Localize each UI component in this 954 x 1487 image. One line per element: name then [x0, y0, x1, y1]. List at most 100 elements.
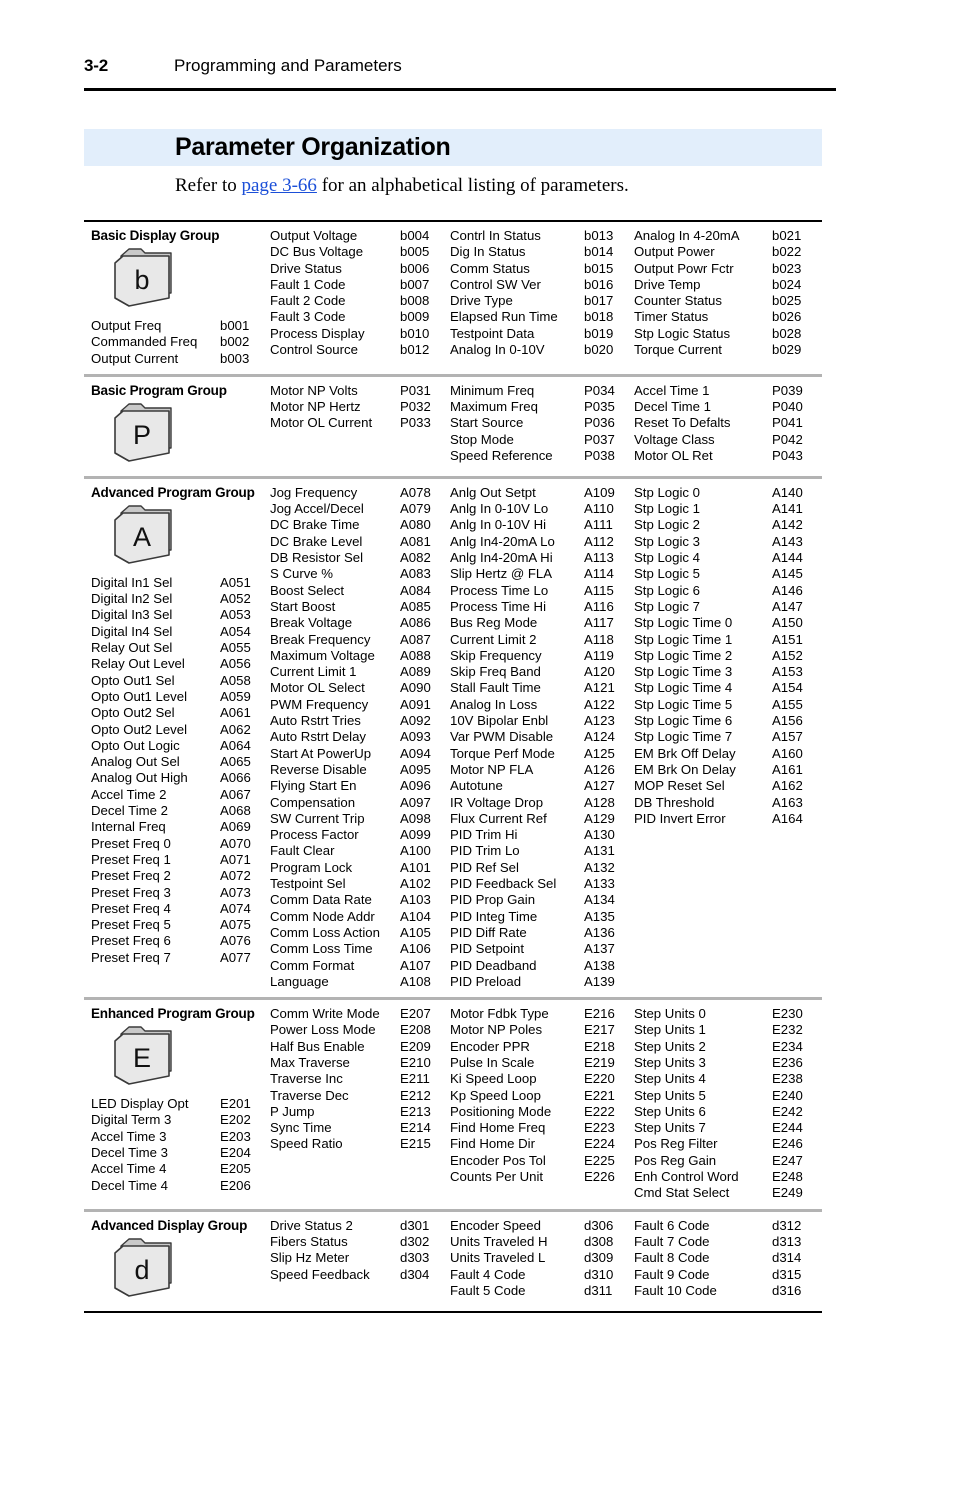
- parameter-row: Testpoint Sel A102: [270, 876, 450, 892]
- parameter-row: Accel Time 2 A067: [91, 787, 270, 803]
- running-header: 3-2 Programming and Parameters: [84, 56, 836, 76]
- parameter-name: Find Home Freq: [450, 1120, 546, 1136]
- parameter-name: Analog Out High: [91, 770, 188, 786]
- parameter-row: Anlg Out Setpt A109: [450, 485, 634, 501]
- parameter-row: PID Ref Sel A132: [450, 860, 634, 876]
- parameter-name: Counter Status: [634, 293, 722, 309]
- parameter-code: A126: [584, 761, 615, 777]
- parameter-code: d311: [584, 1282, 613, 1298]
- parameter-code: A115: [584, 582, 614, 598]
- parameter-code: E207: [400, 1006, 431, 1022]
- parameter-row: Program Lock A101: [270, 860, 450, 876]
- parameter-row: Comm Format A107: [270, 958, 450, 974]
- parameter-code: P032: [400, 399, 431, 415]
- parameter-code: A074: [220, 900, 251, 916]
- parameter-name: Fault 7 Code: [634, 1233, 710, 1249]
- parameter-code: b012: [400, 342, 430, 358]
- parameter-row: Process Time Lo A115: [450, 583, 634, 599]
- parameter-row: Drive Temp b024: [634, 277, 822, 293]
- parameter-name: Fault 6 Code: [634, 1217, 710, 1233]
- parameter-code: d314: [772, 1250, 802, 1266]
- parameter-name: Digital In3 Sel: [91, 607, 173, 623]
- parameter-code: A084: [400, 582, 431, 598]
- parameter-row: Encoder Speed d306: [450, 1218, 634, 1234]
- parameter-code: A152: [772, 647, 803, 663]
- parameter-row: PID Trim Hi A130: [450, 827, 634, 843]
- parameter-code: d315: [772, 1266, 802, 1282]
- parameter-name: Decel Time 3: [91, 1144, 168, 1160]
- parameter-code: E220: [584, 1071, 615, 1087]
- parameter-row: Step Units 3 E236: [634, 1055, 822, 1071]
- parameter-row: Contrl In Status b013: [450, 228, 634, 244]
- parameter-row: PID Invert Error A164: [634, 811, 822, 827]
- parameter-row: PID Setpoint A137: [450, 941, 634, 957]
- parameter-name: Step Units 2: [634, 1038, 706, 1054]
- parameter-name: MOP Reset Sel: [634, 778, 725, 794]
- parameter-name: Stp Logic Time 4: [634, 680, 733, 696]
- parameter-code: A069: [220, 819, 251, 835]
- parameter-row: 10V Bipolar Enbl A123: [450, 713, 634, 729]
- parameter-row: Start Boost A085: [270, 599, 450, 615]
- parameter-code: A092: [400, 713, 431, 729]
- parameter-name: Comm Data Rate: [270, 892, 372, 908]
- parameter-name: Fault 10 Code: [634, 1282, 717, 1298]
- parameter-code: E212: [400, 1087, 431, 1103]
- parameter-code: b026: [772, 309, 802, 325]
- parameter-row: Output Voltage b004: [270, 228, 450, 244]
- parameter-row: Units Traveled L d309: [450, 1250, 634, 1266]
- parameter-row: Kp Speed Loop E221: [450, 1088, 634, 1104]
- parameter-name: Autotune: [450, 778, 503, 794]
- parameter-name: SW Current Trip: [270, 810, 365, 826]
- folder-letter: A: [133, 522, 151, 552]
- parameter-row: Traverse Dec E212: [270, 1088, 450, 1104]
- parameter-name: Step Units 3: [634, 1054, 706, 1070]
- parameter-row: Step Units 6 E242: [634, 1104, 822, 1120]
- parameter-column: Stp Logic 0 A140 Stp Logic 1 A141 Stp Logic …: [634, 485, 822, 827]
- parameter-code: E238: [772, 1071, 803, 1087]
- parameter-name: Output Freq: [91, 318, 162, 333]
- parameter-code: A117: [584, 615, 614, 631]
- parameter-code: E244: [772, 1120, 803, 1136]
- parameter-name: PID Ref Sel: [450, 859, 519, 875]
- parameter-code: d309: [584, 1250, 614, 1266]
- parameter-organization-table: Basic Display Group b Output Freq b001 Comma…: [84, 220, 822, 1313]
- parameter-row: Preset Freq 0 A070: [91, 836, 270, 852]
- parameter-row: Stp Logic 3 A143: [634, 534, 822, 550]
- parameter-name: Anlg In 0-10V Lo: [450, 501, 549, 517]
- parameter-row: Internal Freq A069: [91, 819, 270, 835]
- parameter-code: A072: [220, 868, 251, 884]
- parameter-row: Stp Logic Time 4 A154: [634, 680, 822, 696]
- page-reference-link[interactable]: page 3-66: [241, 175, 316, 196]
- parameter-row: Jog Accel/Decel A079: [270, 501, 450, 517]
- parameter-name: Preset Freq 3: [91, 884, 171, 900]
- parameter-code: d312: [772, 1217, 802, 1233]
- parameter-name: PID Setpoint: [450, 941, 525, 957]
- parameter-row: Opto Out2 Level A062: [91, 722, 270, 738]
- parameter-row: Start Source P036: [450, 415, 634, 431]
- parameter-row: Stp Logic Time 2 A152: [634, 648, 822, 664]
- parameter-name: P Jump: [270, 1103, 315, 1119]
- parameter-row: Reverse Disable A095: [270, 762, 450, 778]
- parameter-row: Drive Status b006: [270, 261, 450, 277]
- parameter-code: A062: [220, 721, 251, 737]
- parameter-name: Stp Logic Status: [634, 325, 731, 341]
- parameter-code: E240: [772, 1087, 803, 1103]
- parameter-name: Maximum Voltage: [270, 647, 375, 663]
- parameter-name: Process Time Hi: [450, 598, 546, 614]
- parameter-name: Testpoint Data: [450, 325, 535, 341]
- parameter-row: Motor NP Hertz P032: [270, 399, 450, 415]
- parameter-code: b024: [772, 276, 802, 292]
- parameter-code: E219: [584, 1054, 615, 1070]
- parameter-name: DB Resistor Sel: [270, 550, 364, 566]
- parameter-code: A130: [584, 827, 615, 843]
- parameter-row: Motor Fdbk Type E216: [450, 1006, 634, 1022]
- parameter-code: d303: [400, 1250, 430, 1266]
- parameter-code: A104: [400, 908, 431, 924]
- parameter-name: Step Units 6: [634, 1103, 706, 1119]
- parameter-name: Stp Logic 1: [634, 501, 700, 517]
- parameter-row: Pulse In Scale E219: [450, 1055, 634, 1071]
- parameter-name: Step Units 5: [634, 1087, 706, 1103]
- parameter-name: Drive Type: [450, 293, 513, 309]
- parameter-row: Preset Freq 3 A073: [91, 885, 270, 901]
- parameter-row: Control SW Ver b016: [450, 277, 634, 293]
